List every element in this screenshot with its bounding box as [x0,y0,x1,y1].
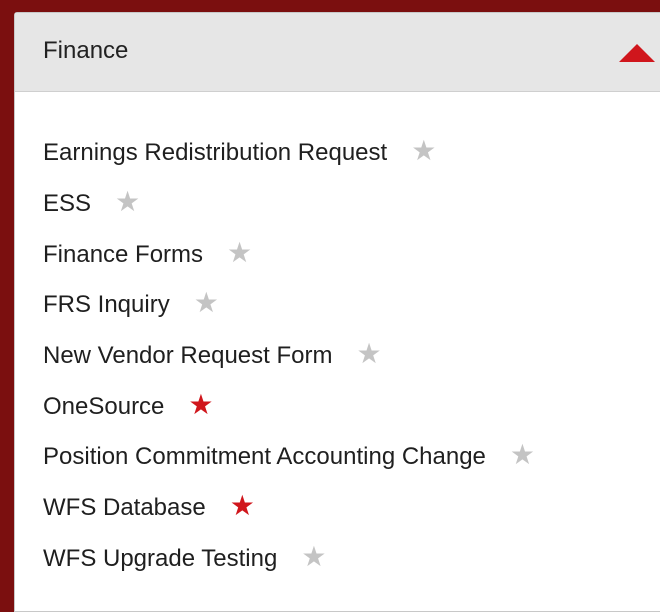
panel-title: Finance [43,37,129,64]
list-item: FRS Inquiry ★ [43,280,535,331]
link-label[interactable]: FRS Inquiry [43,291,170,319]
favorite-star-icon[interactable]: ★ [115,188,140,216]
favorite-star-icon[interactable]: ★ [356,340,381,368]
list-item: WFS Database ★ [43,483,535,534]
link-label[interactable]: New Vendor Request Form [43,342,332,370]
favorite-star-icon[interactable]: ★ [194,289,219,317]
link-label[interactable]: WFS Database [43,494,206,522]
link-label[interactable]: Earnings Redistribution Request [43,139,387,167]
link-label[interactable]: ESS [43,190,91,218]
list-item: Position Commitment Accounting Change ★ [43,432,535,483]
link-label[interactable]: Finance Forms [43,241,203,269]
link-label[interactable]: Position Commitment Accounting Change [43,443,486,471]
finance-panel: Finance Earnings Redistribution Request … [14,12,660,612]
favorite-star-icon[interactable]: ★ [411,137,436,165]
list-item: New Vendor Request Form ★ [43,331,535,382]
list-item: Finance Forms ★ [43,229,535,280]
triangle-up-icon[interactable] [619,44,655,62]
link-label[interactable]: WFS Upgrade Testing [43,545,277,573]
favorite-star-icon[interactable]: ★ [227,238,252,267]
list-item: OneSource ★ [43,381,535,432]
link-label[interactable]: OneSource [43,393,164,421]
favorite-star-icon[interactable]: ★ [188,390,213,419]
list-item: Earnings Redistribution Request ★ [43,128,535,179]
panel-header[interactable]: Finance [15,13,660,92]
finance-link-list: Earnings Redistribution Request ★ ESS ★ … [43,128,535,584]
favorite-star-icon[interactable]: ★ [301,542,326,571]
favorite-star-icon[interactable]: ★ [510,441,535,469]
list-item: WFS Upgrade Testing ★ [43,534,535,585]
list-item: ESS ★ [43,179,535,230]
favorite-star-icon[interactable]: ★ [230,492,255,520]
